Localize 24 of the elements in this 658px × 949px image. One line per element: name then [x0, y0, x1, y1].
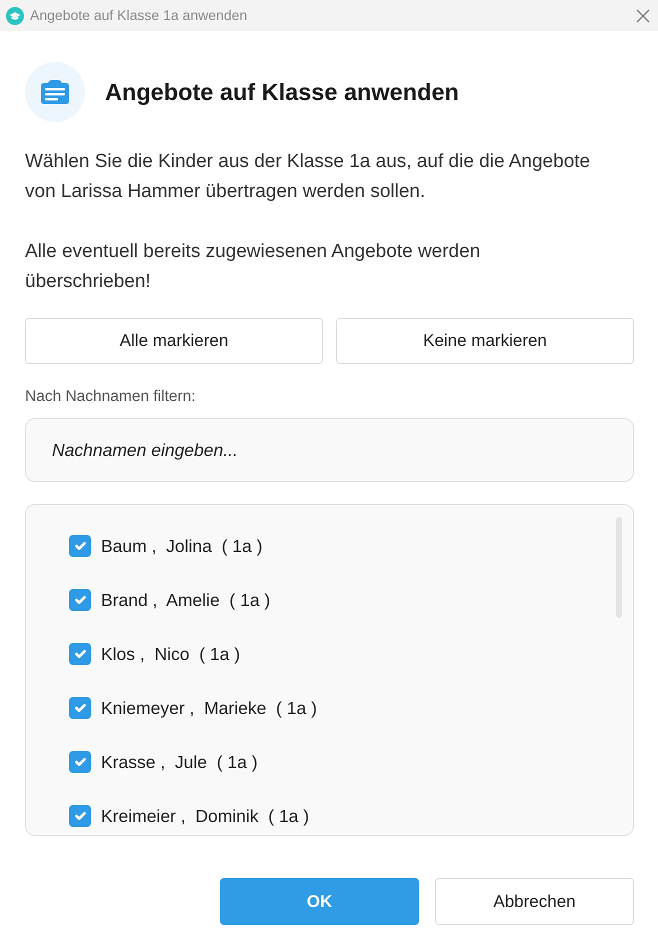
instruction-text: Wählen Sie die Kinder aus der Klasse 1a aus, auf die die Angebote von Larissa Hammer übertragen werden sollen. [25, 150, 592, 204]
student-label[interactable]: Kniemeyer , Marieke ( 1a ) [101, 694, 317, 722]
select-all-button[interactable]: Alle markieren [25, 318, 323, 364]
document-icon [25, 62, 85, 122]
checkbox[interactable] [69, 589, 91, 611]
window-title: Angebote auf Klasse 1a anwenden [30, 6, 248, 25]
student-label[interactable]: Klos , Nico ( 1a ) [101, 640, 240, 668]
checkbox[interactable] [69, 805, 91, 827]
checkbox[interactable] [69, 697, 91, 719]
checkbox[interactable] [69, 751, 91, 773]
student-label[interactable]: Krasse , Jule ( 1a ) [101, 748, 258, 776]
student-label[interactable]: Brand , Amelie ( 1a ) [101, 586, 270, 614]
cancel-button[interactable]: Abbrechen [435, 878, 634, 925]
checkbox[interactable] [69, 535, 91, 557]
checkbox[interactable] [69, 643, 91, 665]
select-none-button[interactable]: Keine markieren [336, 318, 634, 364]
dialog-heading: Angebote auf Klasse anwenden [105, 78, 459, 106]
close-icon [636, 8, 650, 22]
instruction-text: Alle eventuell bereits zugewiesenen Angebote werden überschrieben! [25, 240, 482, 294]
student-label[interactable]: Baum , Jolina ( 1a ) [101, 532, 262, 560]
student-label[interactable]: Kreimeier , Dominik ( 1a ) [101, 802, 310, 830]
graduation-cap-icon [6, 6, 24, 24]
filter-field[interactable]: Nachnamen eingeben... [25, 418, 634, 482]
filter-label: Nach Nachnamen filtern: [25, 387, 197, 407]
